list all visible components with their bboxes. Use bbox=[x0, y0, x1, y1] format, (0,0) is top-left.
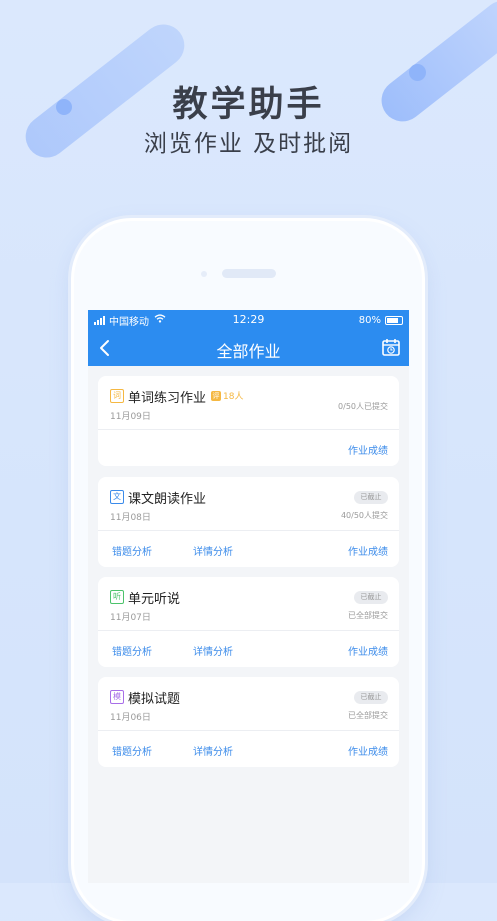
assignment-card[interactable]: 词 单词练习作业 评 18人 11月09日 0/50人已提交 作业成绩 bbox=[98, 376, 399, 466]
error-analysis-link[interactable]: 错题分析 bbox=[112, 543, 152, 558]
assignment-type-tag: 听 bbox=[110, 590, 124, 604]
closed-badge: 已截止 bbox=[354, 691, 388, 704]
error-analysis-link[interactable]: 错题分析 bbox=[112, 643, 152, 658]
assignment-type-tag: 模 bbox=[110, 690, 124, 704]
review-badge-icon: 评 bbox=[211, 390, 221, 401]
assignment-date: 11月08日 bbox=[110, 513, 151, 523]
assignment-title: 课文朗读作业 bbox=[128, 492, 207, 507]
phone-side-button bbox=[69, 425, 73, 470]
calendar-clock-icon[interactable] bbox=[381, 337, 401, 357]
phone-side-button bbox=[69, 320, 73, 344]
submission-status: 已全部提交 bbox=[348, 711, 388, 720]
status-bar: 中国移动 12:29 80% bbox=[88, 310, 409, 330]
phone-side-button bbox=[69, 368, 73, 413]
closed-badge: 已截止 bbox=[354, 591, 388, 604]
navigation-bar: 全部作业 bbox=[88, 330, 409, 366]
review-count: 18人 bbox=[223, 392, 244, 402]
submission-status: 0/50人已提交 bbox=[338, 402, 388, 411]
grades-link[interactable]: 作业成绩 bbox=[348, 643, 388, 658]
error-analysis-link[interactable]: 错题分析 bbox=[112, 743, 152, 758]
assignment-type-tag: 文 bbox=[110, 490, 124, 504]
submission-status: 40/50人提交 bbox=[340, 511, 388, 520]
closed-badge: 已截止 bbox=[354, 491, 388, 504]
assignment-title: 单词练习作业 bbox=[128, 391, 207, 406]
detail-analysis-link[interactable]: 详情分析 bbox=[193, 743, 233, 758]
assignment-title: 模拟试题 bbox=[128, 692, 181, 707]
phone-speaker bbox=[222, 269, 276, 278]
phone-screen: 中国移动 12:29 80% 全部作业 词 单词练习作业 评 18人 11月09… bbox=[88, 310, 409, 883]
detail-analysis-link[interactable]: 详情分析 bbox=[193, 643, 233, 658]
assignment-card[interactable]: 文 课文朗读作业 已截止 11月08日 40/50人提交 错题分析 详情分析 作… bbox=[98, 477, 399, 567]
grades-link[interactable]: 作业成绩 bbox=[348, 743, 388, 758]
grades-link[interactable]: 作业成绩 bbox=[348, 442, 388, 457]
detail-analysis-link[interactable]: 详情分析 bbox=[193, 543, 233, 558]
assignment-title: 单元听说 bbox=[128, 592, 181, 607]
battery-icon bbox=[385, 315, 403, 325]
promo-title: 教学助手 bbox=[172, 85, 325, 125]
promo-subtitle: 浏览作业 及时批阅 bbox=[143, 131, 354, 157]
assignment-date: 11月07日 bbox=[110, 613, 151, 623]
status-time: 12:29 bbox=[232, 313, 265, 326]
phone-side-button bbox=[423, 393, 427, 441]
phone-camera bbox=[201, 271, 207, 277]
page-title: 全部作业 bbox=[216, 342, 281, 361]
assignment-type-tag: 词 bbox=[110, 389, 124, 403]
grades-link[interactable]: 作业成绩 bbox=[348, 543, 388, 558]
assignment-card[interactable]: 模 模拟试题 已截止 11月06日 已全部提交 错题分析 详情分析 作业成绩 bbox=[98, 677, 399, 767]
assignment-date: 11月06日 bbox=[110, 713, 151, 723]
assignment-date: 11月09日 bbox=[110, 412, 151, 422]
submission-status: 已全部提交 bbox=[348, 611, 388, 620]
assignment-card[interactable]: 听 单元听说 已截止 11月07日 已全部提交 错题分析 详情分析 作业成绩 bbox=[98, 577, 399, 667]
